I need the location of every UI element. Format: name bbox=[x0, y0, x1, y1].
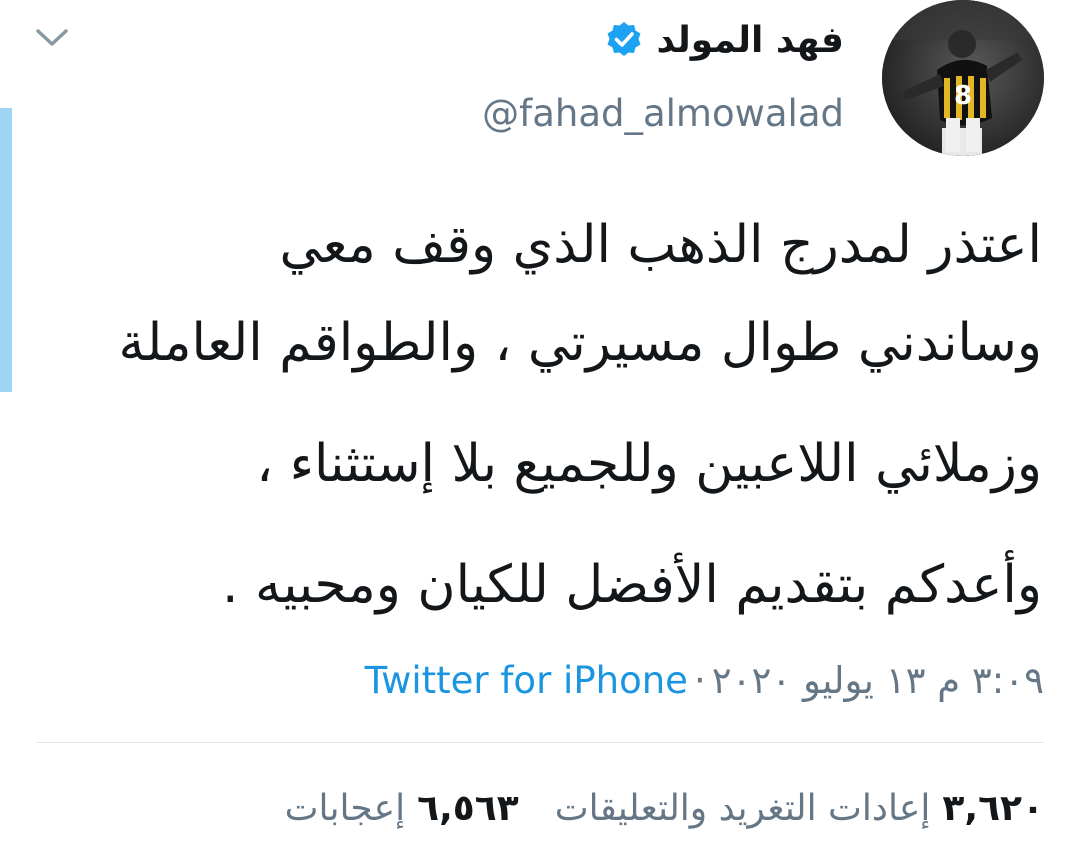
tweet-line: وساندني طوال مسيرتي ، والطواقم العاملة bbox=[118, 313, 1042, 373]
meta-separator: · bbox=[693, 658, 706, 702]
likes-stat[interactable]: ٦,٥٦٣ إعجابات bbox=[285, 788, 519, 829]
tweet-stats: ٣,٦٢٠ إعادات التغريد والتعليقات ٦,٥٦٣ إع… bbox=[285, 780, 1044, 836]
chevron-down-icon[interactable] bbox=[30, 20, 74, 56]
author-display-name[interactable]: فهد المولد bbox=[656, 20, 844, 61]
avatar[interactable]: 8 bbox=[882, 0, 1044, 156]
likes-count: ٦,٥٦٣ bbox=[417, 787, 519, 829]
tweet-timestamp[interactable]: ٣:٠٩ م ١٣ يوليو ٢٠٢٠ bbox=[712, 659, 1044, 702]
tweet-source-link[interactable]: Twitter for iPhone bbox=[365, 659, 688, 702]
divider bbox=[36, 742, 1044, 743]
likes-label: إعجابات bbox=[284, 787, 406, 829]
tweet-line: وأعدكم بتقديم الأفضل للكيان ومحبيه . bbox=[222, 555, 1042, 615]
tweet-line: وزملائي اللاعبين وللجميع بلا إستثناء ، bbox=[256, 434, 1042, 494]
thread-accent-bar bbox=[0, 108, 12, 392]
tweet-text: اعتذر لمدرج الذهب الذي وقف معي وساندني ط… bbox=[42, 208, 1042, 646]
svg-text:8: 8 bbox=[954, 81, 972, 111]
tweet-line: اعتذر لمدرج الذهب الذي وقف معي bbox=[279, 215, 1042, 275]
tweet-meta: ٣:٠٩ م ١٣ يوليو ٢٠٢٠ · Twitter for iPhon… bbox=[365, 652, 1044, 708]
retweets-count: ٣,٦٢٠ bbox=[942, 787, 1044, 829]
retweets-label: إعادات التغريد والتعليقات bbox=[554, 787, 931, 829]
author-handle[interactable]: @fahad_almowalad bbox=[482, 92, 844, 135]
author-name-row[interactable]: فهد المولد bbox=[604, 14, 844, 66]
verified-badge-icon bbox=[607, 22, 641, 56]
retweets-stat[interactable]: ٣,٦٢٠ إعادات التغريد والتعليقات bbox=[555, 788, 1044, 829]
